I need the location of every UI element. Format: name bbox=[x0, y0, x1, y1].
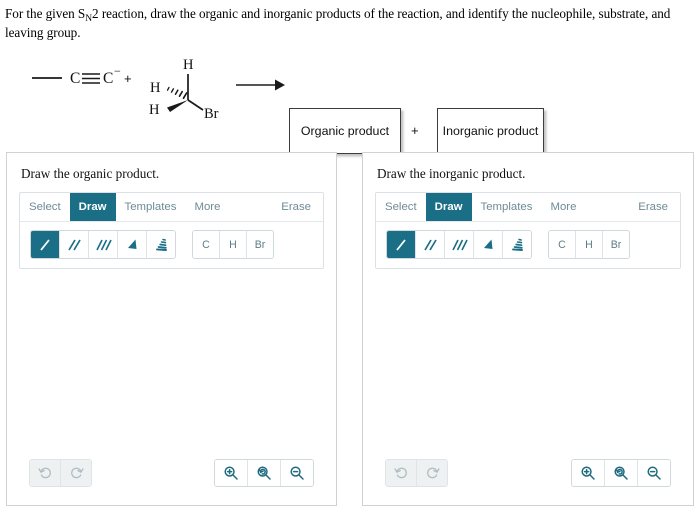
alk-c1: C bbox=[70, 70, 80, 87]
atom-tool-h-inorganic[interactable]: H bbox=[576, 231, 603, 258]
tab-select-organic[interactable]: Select bbox=[20, 193, 70, 221]
tabbar-spacer bbox=[229, 193, 272, 221]
zoom-reset-button-organic[interactable] bbox=[248, 460, 281, 486]
inorganic-product-panel: Draw the inorganic product. Select Draw … bbox=[362, 152, 694, 506]
zoom-out-button-inorganic[interactable] bbox=[638, 460, 670, 486]
double-bond-tool-inorganic[interactable] bbox=[416, 231, 445, 258]
bond-tool-group-inorganic bbox=[386, 230, 532, 259]
zoom-in-button-organic[interactable] bbox=[215, 460, 248, 486]
reaction-scheme: C C − + H H H Br Organic product + Inorg… bbox=[0, 48, 700, 155]
reaction-arrow-icon bbox=[236, 79, 285, 91]
hash-bond-tool-organic[interactable] bbox=[147, 231, 175, 258]
undo-button-organic[interactable] bbox=[30, 460, 61, 486]
prompt-subscript-n: N bbox=[85, 13, 93, 24]
editor-toolrow-inorganic: C H Br bbox=[376, 222, 680, 268]
atom-tool-h-organic[interactable]: H bbox=[220, 231, 247, 258]
zoom-button-group-inorganic bbox=[571, 459, 671, 487]
tab-templates-organic[interactable]: Templates bbox=[116, 193, 186, 221]
tab-templates-inorganic[interactable]: Templates bbox=[472, 193, 542, 221]
reaction-structures-svg: C C − + H H H Br bbox=[32, 57, 285, 122]
tabbar-spacer bbox=[585, 193, 629, 221]
alk-c2: C bbox=[103, 70, 113, 87]
atom-tool-group-organic: C H Br bbox=[192, 230, 274, 259]
triple-bond-tool-organic[interactable] bbox=[89, 231, 118, 258]
organic-product-placeholder-box: Organic product bbox=[289, 108, 401, 155]
atom-tool-c-organic[interactable]: C bbox=[193, 231, 220, 258]
editor-tabbar-organic: Select Draw Templates More Erase bbox=[20, 193, 323, 222]
tab-more-organic[interactable]: More bbox=[185, 193, 229, 221]
editor-tabbar-inorganic: Select Draw Templates More Erase bbox=[376, 193, 680, 222]
hal-hhash: H bbox=[150, 80, 161, 96]
wedge-bond-tool-organic[interactable] bbox=[118, 231, 147, 258]
undo-button-inorganic[interactable] bbox=[386, 460, 417, 486]
drawing-canvas-organic[interactable] bbox=[7, 269, 336, 445]
hash-bond-tool-inorganic[interactable] bbox=[503, 231, 531, 258]
editor-toolrow-organic: C H Br bbox=[20, 222, 323, 268]
wedge-bond-tool-inorganic[interactable] bbox=[474, 231, 503, 258]
hal-br: Br bbox=[204, 106, 219, 122]
triple-bond-tool-inorganic[interactable] bbox=[445, 231, 474, 258]
tab-erase-inorganic[interactable]: Erase bbox=[629, 193, 680, 221]
tab-draw-inorganic[interactable]: Draw bbox=[425, 193, 472, 221]
zoom-out-button-organic[interactable] bbox=[281, 460, 313, 486]
history-button-group-organic bbox=[29, 459, 92, 487]
hal-hwedge: H bbox=[149, 102, 160, 118]
question-prompt: For the given SN2 reaction, draw the org… bbox=[0, 0, 700, 42]
plus-react: + bbox=[124, 71, 132, 86]
zoom-button-group-organic bbox=[214, 459, 314, 487]
organic-product-panel: Draw the organic product. Select Draw Te… bbox=[6, 152, 337, 506]
redo-button-inorganic[interactable] bbox=[417, 460, 447, 486]
redo-button-organic[interactable] bbox=[61, 460, 91, 486]
atom-tool-c-inorganic[interactable]: C bbox=[549, 231, 576, 258]
editor-bottombar-inorganic bbox=[363, 459, 693, 487]
drawing-panels-container: Draw the organic product. Select Draw Te… bbox=[0, 152, 700, 510]
single-bond-tool-inorganic[interactable] bbox=[387, 231, 416, 258]
tab-more-inorganic[interactable]: More bbox=[541, 193, 585, 221]
single-bond-tool-organic[interactable] bbox=[31, 231, 60, 258]
tab-select-inorganic[interactable]: Select bbox=[376, 193, 426, 221]
bond-tool-group-organic bbox=[30, 230, 176, 259]
prompt-text-part1: For the given S bbox=[5, 6, 86, 21]
editor-bottombar-organic bbox=[7, 459, 336, 487]
tab-erase-organic[interactable]: Erase bbox=[272, 193, 323, 221]
molecule-editor-inorganic: Select Draw Templates More Erase C H Br bbox=[375, 192, 681, 269]
reactant-alkyne-structure: C C − bbox=[32, 64, 121, 87]
reactant-halide-structure: H H H Br bbox=[149, 57, 219, 122]
zoom-reset-button-inorganic[interactable] bbox=[605, 460, 638, 486]
solid-wedge-bond bbox=[167, 100, 188, 113]
hashed-wedge-bond bbox=[166, 87, 188, 100]
drawing-canvas-inorganic[interactable] bbox=[363, 269, 693, 445]
prompt-text-part2: 2 reaction, draw the organic and inorgan… bbox=[5, 6, 671, 40]
hal-htop: H bbox=[183, 57, 194, 73]
atom-tool-group-inorganic: C H Br bbox=[548, 230, 630, 259]
plus-between-products: + bbox=[411, 123, 419, 139]
inorganic-product-placeholder-box: Inorganic product bbox=[437, 108, 544, 155]
molecule-editor-organic: Select Draw Templates More Erase C H Br bbox=[19, 192, 324, 269]
atom-tool-br-organic[interactable]: Br bbox=[247, 231, 273, 258]
alk-charge: − bbox=[114, 64, 121, 78]
zoom-in-button-inorganic[interactable] bbox=[572, 460, 605, 486]
double-bond-tool-organic[interactable] bbox=[60, 231, 89, 258]
history-button-group-inorganic bbox=[385, 459, 448, 487]
panel-title-organic: Draw the organic product. bbox=[21, 166, 160, 181]
panel-title-inorganic: Draw the inorganic product. bbox=[377, 166, 526, 181]
atom-tool-br-inorganic[interactable]: Br bbox=[603, 231, 629, 258]
tab-draw-organic[interactable]: Draw bbox=[69, 193, 116, 221]
